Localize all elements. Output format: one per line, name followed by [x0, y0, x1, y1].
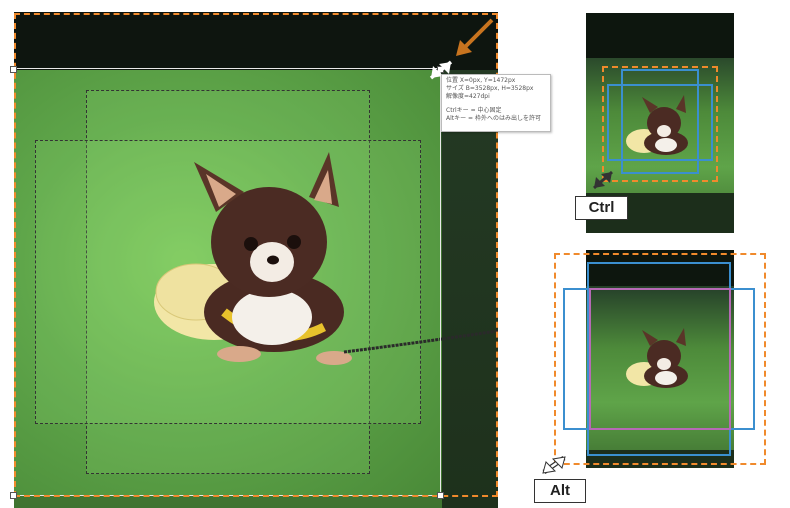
alt-key-label: Alt	[534, 479, 586, 503]
alt-guide-overlay	[563, 262, 755, 456]
resize-handle-bottom-left[interactable]	[10, 492, 17, 499]
alt-resize-arrow-icon	[542, 455, 566, 475]
tooltip-resolution: 解像度=427dpi	[446, 93, 490, 100]
tooltip-size: サイズ B=3528px, H=3528px	[446, 85, 534, 92]
ctrl-key-label: Ctrl	[575, 196, 628, 220]
tooltip-ctrl-hint: Ctrlキー = 中心固定	[446, 107, 502, 114]
info-tooltip: 位置 X=0px, Y=1472px サイズ B=3528px, H=3528p…	[441, 74, 551, 132]
orange-pointer-arrow-icon	[456, 18, 494, 56]
resize-handle-top-left[interactable]	[10, 66, 17, 73]
tooltip-position: 位置 X=0px, Y=1472px	[446, 77, 516, 84]
ctrl-resize-arrow-icon	[593, 170, 613, 190]
canvas-bounds-guide	[14, 13, 498, 497]
tooltip-alt-hint: Altキー = 枠外へのはみ出しを許可	[446, 115, 541, 122]
resize-handle-bottom-right[interactable]	[437, 492, 444, 499]
